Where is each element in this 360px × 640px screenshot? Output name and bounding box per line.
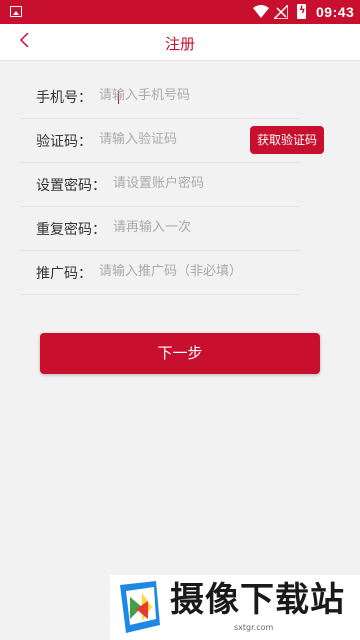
status-time: 09:43 [316,4,355,20]
phone-row: 手机号： [20,74,300,119]
referral-row: 推广码： [20,250,300,295]
wifi-icon [253,5,269,18]
get-code-button[interactable]: 获取验证码 [250,126,324,154]
battery-charging-icon: ϟ [297,4,306,19]
confirm-label: 重复密码： [36,222,106,238]
watermark-logo-icon [120,581,160,633]
password-input[interactable] [113,176,283,191]
nav-bar: 注册 [0,24,360,61]
password-row: 设置密码： [20,162,300,207]
next-button[interactable]: 下一步 [40,333,320,374]
referral-input[interactable] [99,264,289,279]
page-title: 注册 [164,35,195,53]
watermark-text: 摄像下载站 [170,580,345,620]
watermark: 摄像下载站 sxtgr.com [110,575,360,640]
code-input[interactable] [99,132,229,147]
confirm-password-input[interactable] [113,220,283,235]
phone-label: 手机号： [36,90,92,106]
image-icon [10,6,22,17]
status-bar: ϟ 09:43 [0,0,360,24]
signal-icon [274,5,288,19]
confirm-row: 重复密码： [20,206,300,251]
password-label: 设置密码： [36,178,106,194]
phone-input[interactable] [99,88,269,103]
referral-label: 推广码： [36,266,92,282]
watermark-url: sxtgr.com [234,623,274,632]
code-label: 验证码： [36,134,92,150]
